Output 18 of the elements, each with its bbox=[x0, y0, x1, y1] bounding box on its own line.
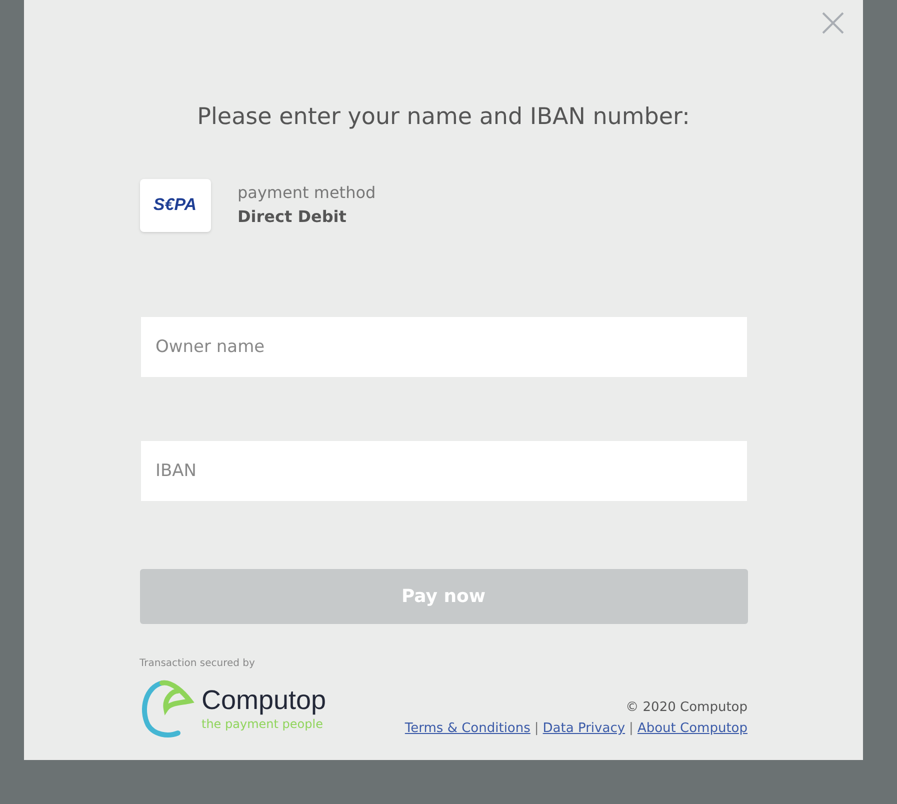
dialog-title: Please enter your name and IBAN number: bbox=[197, 103, 690, 132]
payment-method-label: payment method bbox=[238, 182, 376, 204]
link-separator: | bbox=[629, 720, 634, 738]
copyright-text: © 2020 Computop bbox=[626, 698, 748, 716]
brand-name: Computop bbox=[202, 687, 326, 714]
text-field[interactable]: IBAN bbox=[140, 440, 746, 500]
text-field[interactable]: Owner name bbox=[140, 316, 746, 376]
footer-link[interactable]: Data Privacy bbox=[542, 719, 626, 738]
sepa-logo: S€PA bbox=[140, 178, 210, 232]
close-icon bbox=[821, 11, 845, 35]
secured-by-text: Transaction secured by bbox=[140, 656, 256, 670]
close-button[interactable] bbox=[821, 11, 845, 35]
brand-tagline: the payment people bbox=[202, 718, 324, 730]
footer-link[interactable]: About Computop bbox=[637, 719, 748, 738]
logo-icon bbox=[140, 678, 196, 738]
payment-method-name: Direct Debit bbox=[238, 206, 348, 228]
footer-link[interactable]: Terms & Conditions bbox=[404, 719, 530, 738]
link-separator: | bbox=[534, 720, 539, 738]
